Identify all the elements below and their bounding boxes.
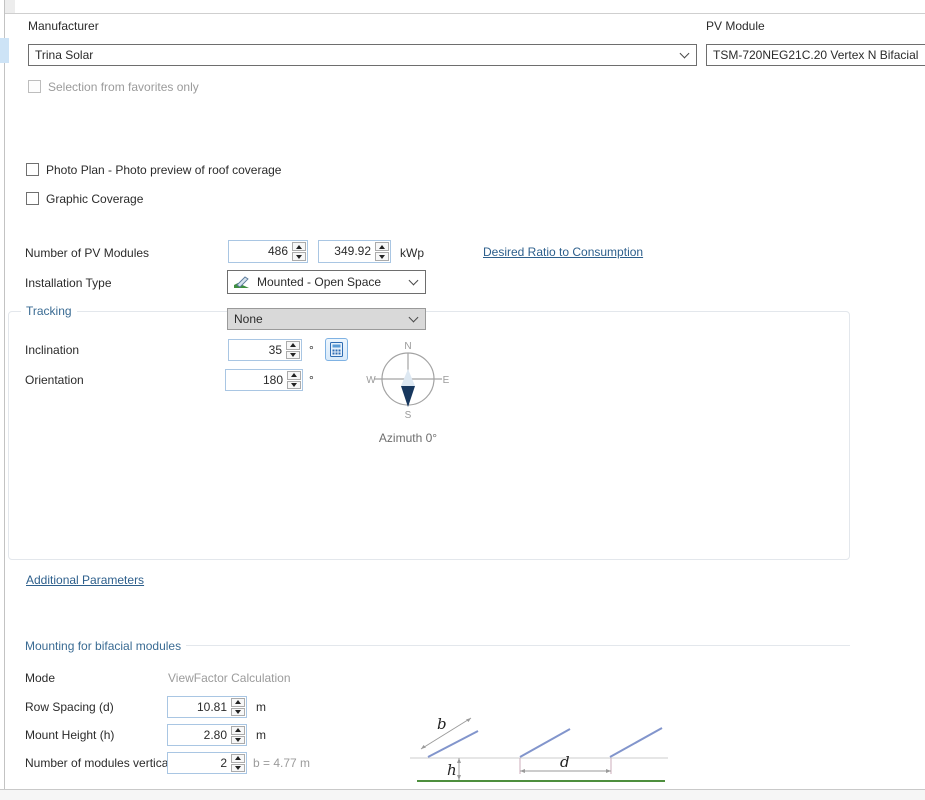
panel-top-border bbox=[5, 13, 925, 14]
inclination-value: 35 bbox=[229, 340, 285, 360]
spin-up-button[interactable] bbox=[231, 698, 245, 707]
sidebar-selected-fragment[interactable] bbox=[0, 38, 9, 63]
photo-plan-label: Photo Plan - Photo preview of roof cover… bbox=[46, 163, 281, 177]
modules-vertical-value: 2 bbox=[168, 753, 230, 773]
chevron-down-icon bbox=[680, 48, 690, 58]
num-modules-value: 486 bbox=[229, 241, 291, 262]
mount-height-label: Mount Height (h) bbox=[25, 728, 114, 742]
inclination-label: Inclination bbox=[25, 343, 79, 357]
spin-down-button[interactable] bbox=[292, 252, 306, 261]
open-space-mount-icon bbox=[234, 275, 251, 289]
spin-down-button[interactable] bbox=[231, 764, 245, 773]
module-width-note: b = 4.77 m bbox=[253, 756, 310, 770]
spin-down-button[interactable] bbox=[231, 736, 245, 745]
installation-type-label: Installation Type bbox=[25, 276, 112, 290]
compass-s-label: S bbox=[405, 410, 412, 420]
modules-vertical-spinner[interactable]: 2 bbox=[167, 752, 247, 774]
bifacial-section-title: Mounting for bifacial modules bbox=[25, 639, 181, 653]
bifacial-section-rule bbox=[186, 645, 850, 646]
graphic-coverage-checkbox[interactable] bbox=[26, 192, 39, 205]
row-spacing-value: 10.81 bbox=[168, 697, 230, 717]
inclination-spinner[interactable]: 35 bbox=[228, 339, 302, 361]
chevron-down-icon bbox=[409, 275, 419, 285]
pv-module-select[interactable]: TSM-720NEG21C.20 Vertex N Bifacial bbox=[706, 44, 925, 66]
manufacturer-value: Trina Solar bbox=[35, 48, 675, 62]
orientation-spinner[interactable]: 180 bbox=[225, 369, 303, 391]
spin-up-button[interactable] bbox=[292, 242, 306, 251]
graphic-coverage-label: Graphic Coverage bbox=[46, 192, 143, 206]
compass-n-label: N bbox=[404, 341, 411, 352]
tracking-label: Tracking bbox=[21, 304, 77, 318]
installation-type-select[interactable]: Mounted - Open Space bbox=[227, 270, 426, 294]
spin-down-button[interactable] bbox=[287, 381, 301, 390]
spin-down-button[interactable] bbox=[231, 708, 245, 717]
manufacturer-label: Manufacturer bbox=[28, 19, 99, 33]
diagram-h-label: h bbox=[447, 761, 457, 779]
top-left-corner-block bbox=[5, 0, 15, 13]
mount-height-unit: m bbox=[256, 728, 266, 742]
spin-up-button[interactable] bbox=[286, 341, 300, 350]
spin-up-button[interactable] bbox=[287, 371, 301, 380]
favorites-only-checkbox[interactable] bbox=[28, 80, 41, 93]
diagram-b-label: b bbox=[437, 715, 447, 733]
mount-height-value: 2.80 bbox=[168, 725, 230, 745]
additional-parameters-link[interactable]: Additional Parameters bbox=[26, 573, 144, 587]
spin-down-button[interactable] bbox=[375, 252, 389, 261]
compass-e-label: E bbox=[443, 375, 450, 386]
photo-plan-checkbox[interactable] bbox=[26, 163, 39, 176]
calculator-icon bbox=[330, 342, 343, 357]
pv-module-value: TSM-720NEG21C.20 Vertex N Bifacial bbox=[713, 48, 919, 62]
mode-value: ViewFactor Calculation bbox=[168, 671, 291, 685]
spin-up-button[interactable] bbox=[375, 242, 389, 251]
compass-w-label: W bbox=[366, 375, 376, 386]
inclination-unit: ° bbox=[309, 343, 314, 357]
spin-up-button[interactable] bbox=[231, 726, 245, 735]
bottom-panel-edge bbox=[0, 789, 925, 800]
manufacturer-select[interactable]: Trina Solar bbox=[28, 44, 697, 66]
orientation-label: Orientation bbox=[25, 373, 84, 387]
num-modules-label: Number of PV Modules bbox=[25, 246, 149, 260]
diagram-d-label: d bbox=[560, 753, 570, 771]
inclination-calculator-button[interactable] bbox=[325, 338, 348, 361]
azimuth-caption: Azimuth 0° bbox=[360, 431, 456, 445]
row-spacing-diagram: b h d bbox=[410, 700, 790, 791]
power-unit: kWp bbox=[400, 246, 424, 260]
row-spacing-label: Row Spacing (d) bbox=[25, 700, 114, 714]
desired-ratio-link[interactable]: Desired Ratio to Consumption bbox=[483, 245, 643, 259]
pv-module-label: PV Module bbox=[706, 19, 765, 33]
window-left-border bbox=[4, 0, 5, 789]
spin-down-button[interactable] bbox=[286, 351, 300, 360]
tracking-value: None bbox=[234, 312, 404, 326]
compass-rose-icon: N W E S bbox=[360, 336, 456, 423]
mount-height-spinner[interactable]: 2.80 bbox=[167, 724, 247, 746]
power-spinner[interactable]: 349.92 bbox=[318, 240, 391, 263]
num-modules-spinner[interactable]: 486 bbox=[228, 240, 308, 263]
row-spacing-spinner[interactable]: 10.81 bbox=[167, 696, 247, 718]
mode-label: Mode bbox=[25, 671, 55, 685]
tracking-select[interactable]: None bbox=[227, 308, 426, 330]
modules-vertical-label: Number of modules vertical bbox=[25, 756, 171, 770]
orientation-value: 180 bbox=[226, 370, 286, 390]
favorites-only-label: Selection from favorites only bbox=[48, 80, 199, 94]
chevron-down-icon bbox=[409, 312, 419, 322]
orientation-unit: ° bbox=[309, 373, 314, 387]
row-spacing-unit: m bbox=[256, 700, 266, 714]
spin-up-button[interactable] bbox=[231, 754, 245, 763]
power-value: 349.92 bbox=[319, 241, 374, 262]
installation-type-value: Mounted - Open Space bbox=[257, 275, 404, 289]
